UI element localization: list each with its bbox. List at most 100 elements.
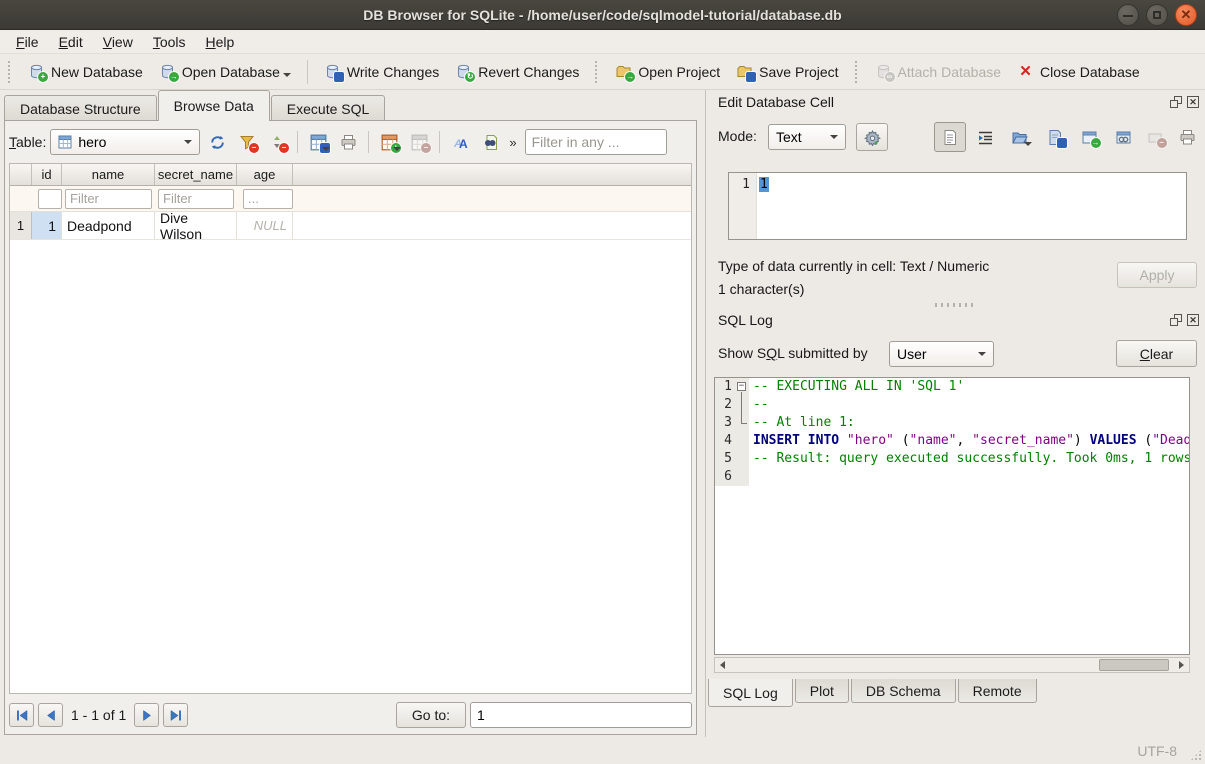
cell-name[interactable]: Deadpond <box>62 212 155 239</box>
menu-edit[interactable]: Edit <box>49 32 93 52</box>
float-panel-icon[interactable] <box>1170 96 1182 108</box>
open-project-button[interactable]: → Open Project <box>607 59 728 84</box>
set-null-icon: − <box>1147 129 1164 146</box>
sql-log-lines: 1−-- EXECUTING ALL IN 'SQL 1'2--3-- At l… <box>715 378 1189 486</box>
column-header-name[interactable]: name <box>62 164 155 185</box>
tab-database-structure[interactable]: Database Structure <box>4 95 157 121</box>
set-null-button[interactable]: − <box>1142 124 1168 150</box>
save-results-button[interactable] <box>305 129 331 155</box>
sql-log-line: 2-- <box>715 396 1189 414</box>
cell-age-null[interactable]: NULL <box>254 218 287 233</box>
close-panel-icon[interactable]: ✕ <box>1187 96 1199 108</box>
delete-record-icon: − <box>411 134 428 151</box>
close-panel-icon[interactable]: ✕ <box>1187 314 1199 326</box>
dock-tab-plot[interactable]: Plot <box>795 679 849 703</box>
filter-any-column-input[interactable] <box>525 129 667 155</box>
scroll-right-icon[interactable] <box>1174 658 1189 672</box>
close-database-button[interactable]: ✕ Close Database <box>1009 59 1148 84</box>
save-project-button[interactable]: Save Project <box>728 59 846 84</box>
filter-input-age[interactable] <box>243 189 293 209</box>
print-button[interactable] <box>335 129 361 155</box>
indent-button[interactable] <box>972 124 998 150</box>
dock-tab-remote[interactable]: Remote <box>958 679 1037 703</box>
edit-display-format-button[interactable]: AA <box>447 129 473 155</box>
scroll-left-icon[interactable] <box>715 658 730 672</box>
mode-select[interactable]: Text <box>768 124 846 150</box>
print-cell-button[interactable] <box>1174 124 1200 150</box>
table-select[interactable]: hero <box>50 129 200 155</box>
scrollbar-thumb[interactable] <box>1099 659 1169 671</box>
new-database-button[interactable]: + New Database <box>20 59 151 84</box>
clear-filters-button[interactable]: − <box>234 129 260 155</box>
print-icon <box>340 134 357 151</box>
column-header-age[interactable]: age <box>237 164 293 185</box>
toolbar-drag-handle[interactable] <box>855 61 861 83</box>
goto-button[interactable]: Go to: <box>396 702 466 728</box>
float-panel-icon[interactable] <box>1170 314 1182 326</box>
toolbar-drag-handle[interactable] <box>8 61 14 83</box>
last-record-icon <box>170 710 182 721</box>
import-dropdown-icon <box>1024 142 1032 146</box>
last-record-button[interactable] <box>163 703 188 727</box>
cell-id[interactable]: 1 <box>32 212 62 239</box>
record-pager: 1 - 1 of 1 Go to: <box>9 700 692 730</box>
first-record-button[interactable] <box>9 703 34 727</box>
tab-browse-data[interactable]: Browse Data <box>158 90 270 121</box>
dock-tab-db-schema[interactable]: DB Schema <box>851 679 956 703</box>
browse-toolbar: Table: hero − <box>9 127 692 157</box>
find-icon <box>482 134 499 151</box>
open-database-button[interactable]: → Open Database <box>151 59 299 84</box>
maximize-button[interactable] <box>1146 4 1168 26</box>
clear-log-button[interactable]: Clear <box>1116 340 1197 367</box>
text-mode-toggle-button[interactable] <box>934 122 966 152</box>
minimize-button[interactable] <box>1117 4 1139 26</box>
fold-collapse-icon[interactable]: − <box>737 382 746 391</box>
resize-grip[interactable] <box>1190 749 1202 761</box>
filter-input-name[interactable] <box>65 189 152 209</box>
menu-view[interactable]: View <box>93 32 143 52</box>
column-header-secret-name[interactable]: secret_name <box>155 164 237 185</box>
cell-editor[interactable]: 1 1 <box>728 172 1187 240</box>
insert-record-button[interactable]: + <box>376 129 402 155</box>
toolbar-overflow-chevron[interactable]: » <box>507 135 518 150</box>
close-button[interactable]: ✕ <box>1175 4 1197 26</box>
font-icon: AA <box>452 134 469 151</box>
sql-filter-select[interactable]: User <box>889 341 994 367</box>
toolbar-drag-handle[interactable] <box>595 61 601 83</box>
revert-changes-button[interactable]: ↻ Revert Changes <box>447 59 587 84</box>
filter-input-id[interactable] <box>38 189 62 209</box>
sql-log-editor[interactable]: 1−-- EXECUTING ALL IN 'SQL 1'2--3-- At l… <box>714 377 1190 655</box>
write-changes-button[interactable]: Write Changes <box>316 59 447 84</box>
cell-editor-content[interactable]: 1 <box>759 177 769 192</box>
sql-log-title: SQL Log <box>718 312 773 328</box>
tab-execute-sql[interactable]: Execute SQL <box>271 95 386 121</box>
menu-file[interactable]: File <box>6 32 49 52</box>
clear-sorting-button[interactable]: − <box>264 129 290 155</box>
attach-database-button[interactable]: ∞ Attach Database <box>867 59 1010 84</box>
sql-log-hscrollbar[interactable] <box>714 657 1190 673</box>
column-header-id[interactable]: id <box>32 164 62 185</box>
panel-splitter-handle[interactable] <box>935 303 977 307</box>
sql-log-line: 3-- At line 1: <box>715 414 1189 432</box>
open-external-button[interactable]: → <box>1076 124 1102 150</box>
apply-button[interactable]: Apply <box>1117 262 1197 288</box>
dock-tab-sql-log[interactable]: SQL Log <box>708 679 793 707</box>
scrollbar-track[interactable] <box>730 658 1174 672</box>
menu-help[interactable]: Help <box>196 32 245 52</box>
cell-secret-name[interactable]: Dive Wilson <box>155 212 237 239</box>
export-data-button[interactable] <box>1042 124 1068 150</box>
find-in-table-button[interactable] <box>477 129 503 155</box>
import-data-button[interactable] <box>1006 124 1032 150</box>
copy-link-button[interactable] <box>1110 124 1136 150</box>
sql-log-line: 5-- Result: query executed successfully.… <box>715 450 1189 468</box>
delete-record-button[interactable]: − <box>406 129 432 155</box>
next-record-button[interactable] <box>134 703 159 727</box>
table-label: Table: <box>9 134 46 150</box>
auto-mode-button[interactable] <box>856 123 888 151</box>
close-database-icon: ✕ <box>1017 63 1034 80</box>
refresh-button[interactable] <box>204 129 230 155</box>
menu-tools[interactable]: Tools <box>143 32 196 52</box>
previous-record-button[interactable] <box>38 703 63 727</box>
goto-input[interactable] <box>470 702 692 728</box>
filter-input-secret-name[interactable] <box>158 189 234 209</box>
